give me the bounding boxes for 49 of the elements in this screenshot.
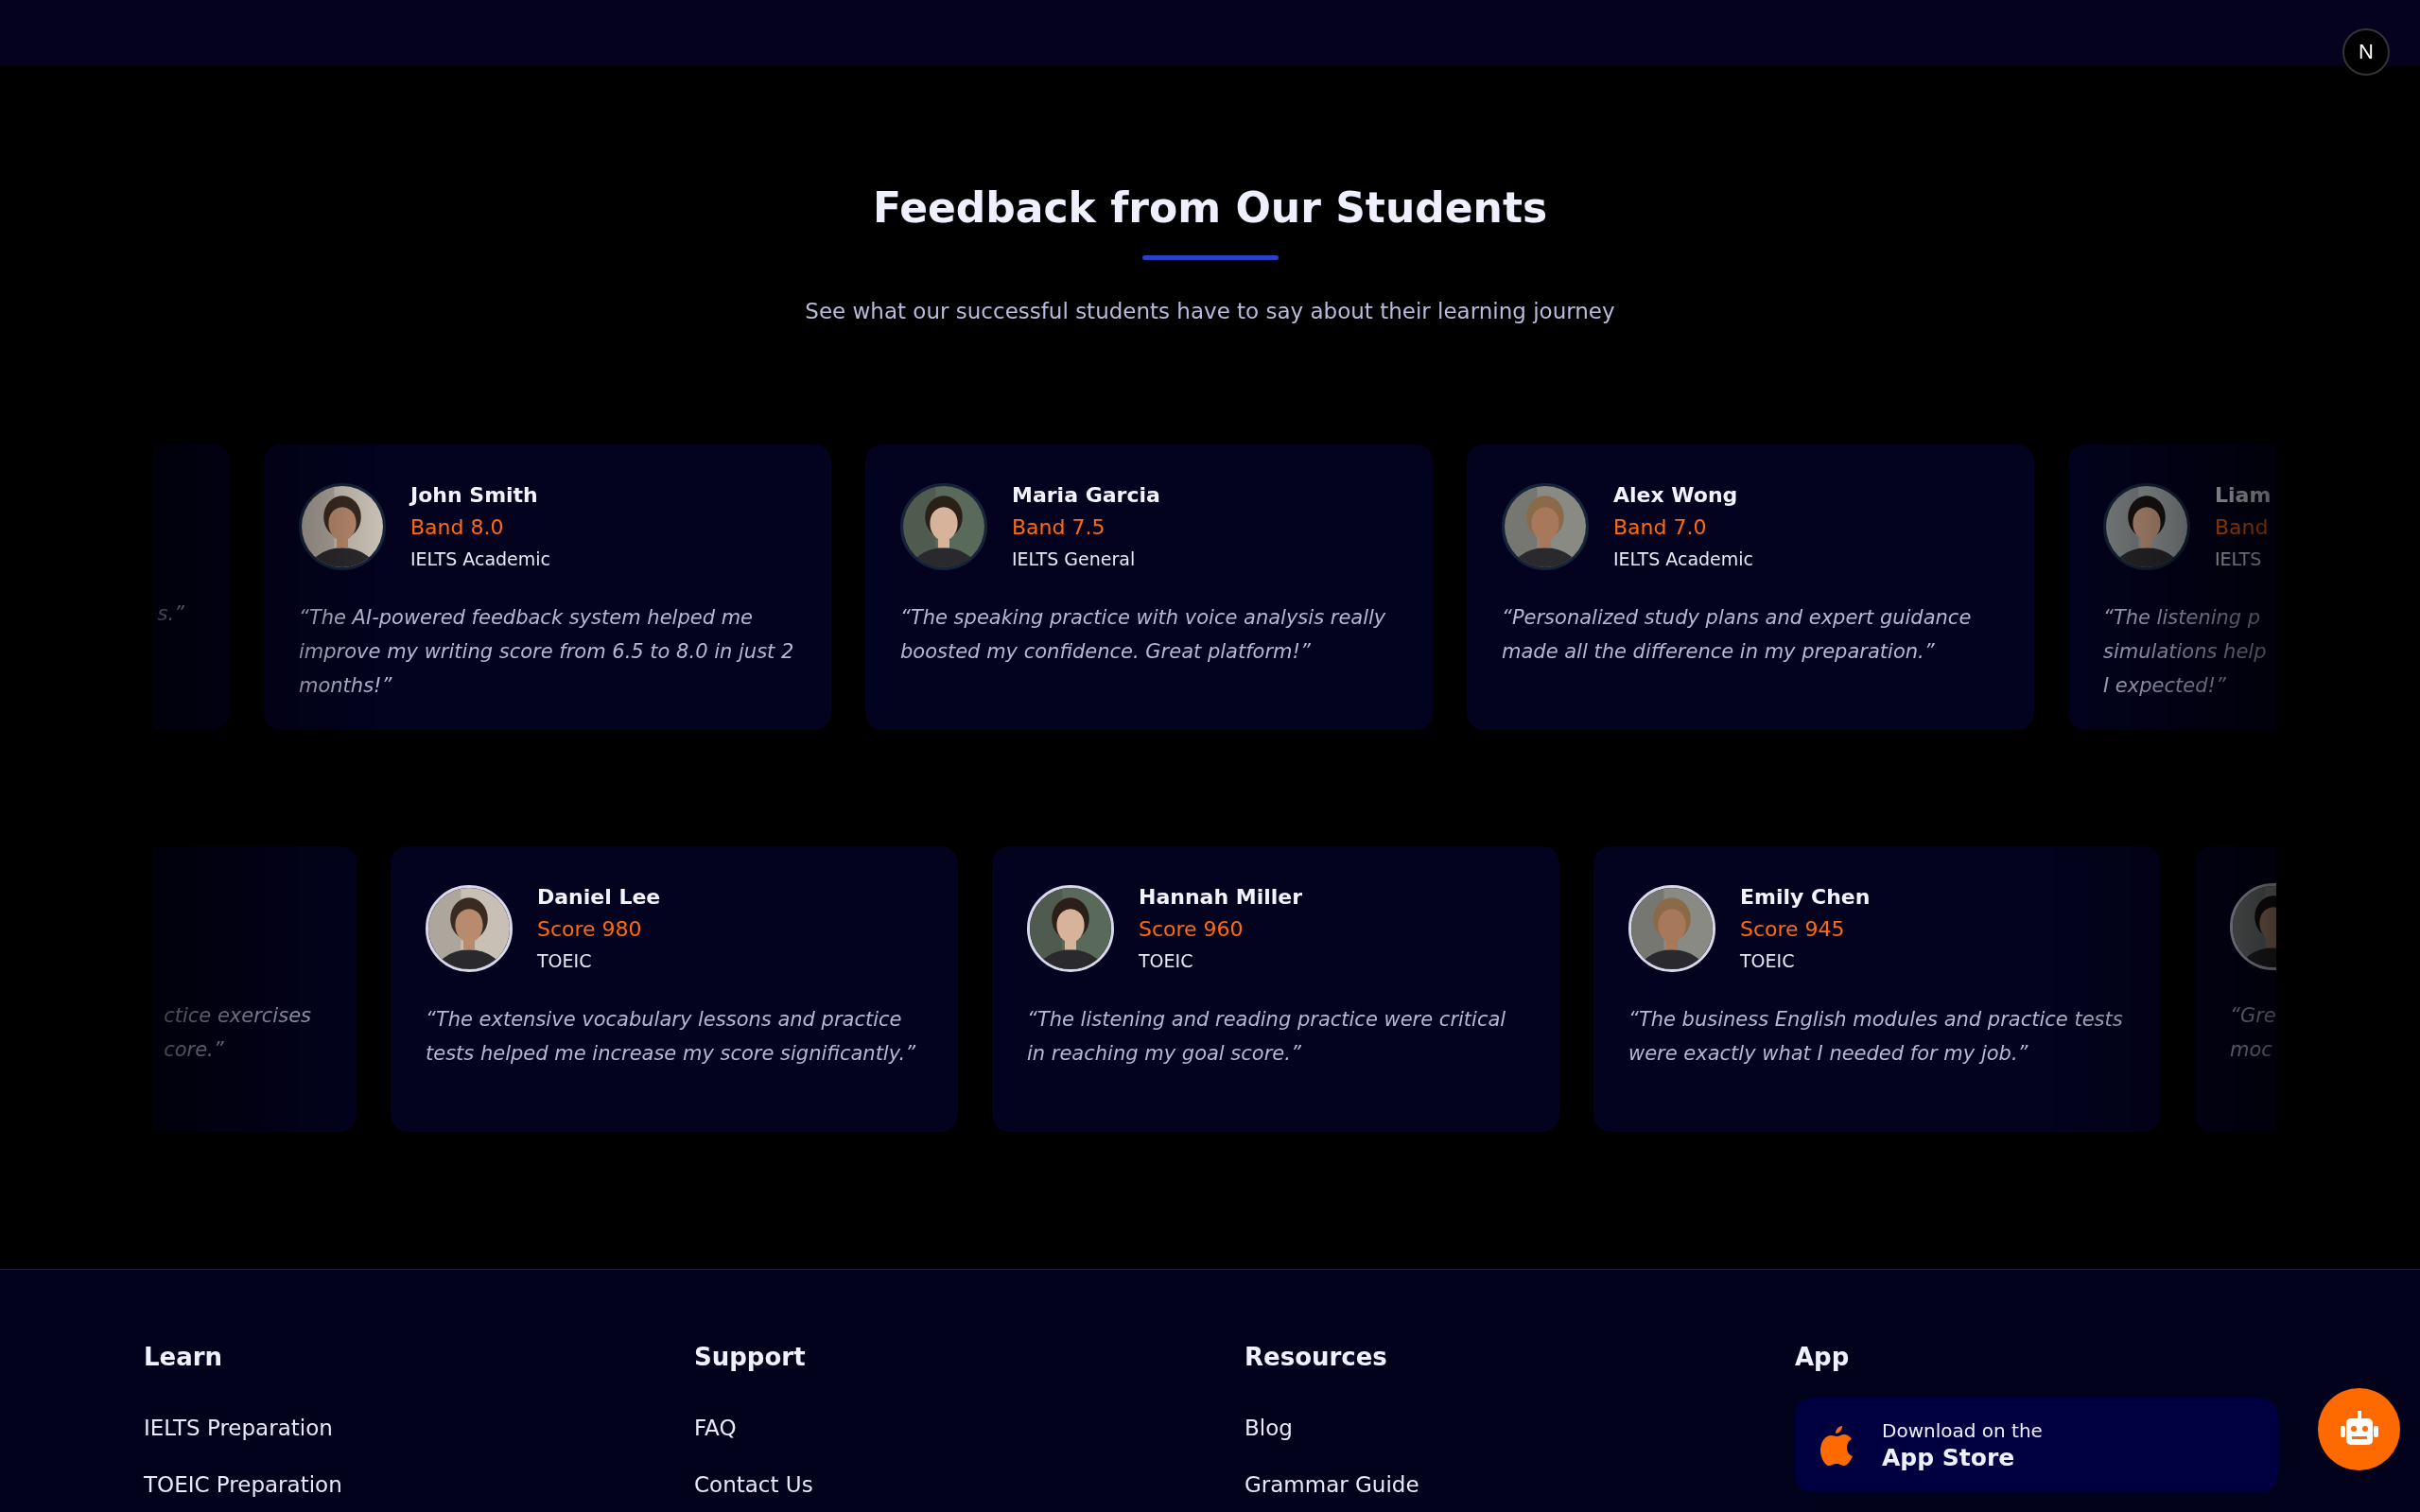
student-score: Band 7.0 [1613,514,1708,541]
exam-type: IELTS Academic [410,547,551,571]
footer-heading: Support [694,1342,806,1373]
footer-heading: Resources [1245,1342,1387,1373]
student-score: Band 7.5 [1012,514,1106,541]
student-name: Alex Wong [1613,482,1739,509]
exam-type: IELTS General [1012,547,1137,571]
student-name: Liam [2215,482,2272,509]
app-store-button[interactable]: Download on the App Store [1795,1398,2278,1492]
student-score: Score 960 [1139,916,1245,943]
testimonial-quote: “The business English modules and practice tests were exactly what I needed for my job.” [1628,1007,2124,1067]
student-name: Daniel Lee [537,884,661,911]
footer-link[interactable]: IELTS Preparation [144,1414,333,1442]
testimonial-quote: “The listening and reading practice were critical in reaching my goal score.” [1027,1007,1507,1067]
student-name: Hannah Miller [1139,884,1303,911]
apple-icon [1819,1424,1854,1466]
student-score: Score 980 [537,916,643,943]
testimonial-quote: “Gre [2230,1003,2276,1029]
student-name: Emily Chen [1740,884,1871,911]
exam-type: IELTS Academic [1613,547,1754,571]
testimonial-quote: “The AI-powered feedback system helped me improve my writing score from 6.5 to 8.0 in just 2 months!” [299,605,795,699]
testimonial-quote: I expected!” [2103,673,2227,699]
testimonial-quote: simulations help [2103,639,2268,665]
footer-link[interactable]: FAQ [694,1414,737,1442]
footer-link[interactable]: Blog [1245,1414,1293,1442]
footer-link[interactable]: Grammar Guide [1245,1470,1419,1499]
footer-heading: Learn [144,1342,223,1373]
testimonial-quote: “Personalized study plans and expert guidance made all the difference in my preparation.” [1502,605,1973,665]
testimonial-quote: “The listening p [2103,605,2262,631]
section-title: Feedback from Our Students [872,182,1548,233]
exam-type: TOEIC [537,949,593,973]
footer-heading: App [1795,1342,1850,1373]
exam-type: TOEIC [1139,949,1194,973]
testimonial-quote: core.” [164,1037,224,1063]
exam-type: TOEIC [1740,949,1796,973]
student-score: Band 8.0 [410,514,505,541]
student-name: John Smith [410,482,539,509]
footer-link[interactable]: Contact Us [694,1470,813,1499]
footer-link[interactable]: TOEIC Preparation [144,1470,342,1499]
testimonial-quote: “The extensive vocabulary lessons and practice tests helped me increase my score significantly.” [426,1007,917,1067]
testimonial-quote: “The speaking practice with voice analysis really boosted my confidence. Great platform!” [900,605,1387,665]
student-name: Maria Garcia [1012,482,1160,509]
testimonial-quote: s.” [157,601,184,627]
exam-type: IELTS [2215,547,2263,571]
student-score: Band [2215,514,2270,541]
section-subtitle: See what our successful students have to say about their learning journey [805,298,1615,325]
student-score: Score 945 [1740,916,1846,943]
testimonial-quote: moc [2230,1037,2273,1063]
testimonial-quote: ctice exercises [164,1003,311,1029]
